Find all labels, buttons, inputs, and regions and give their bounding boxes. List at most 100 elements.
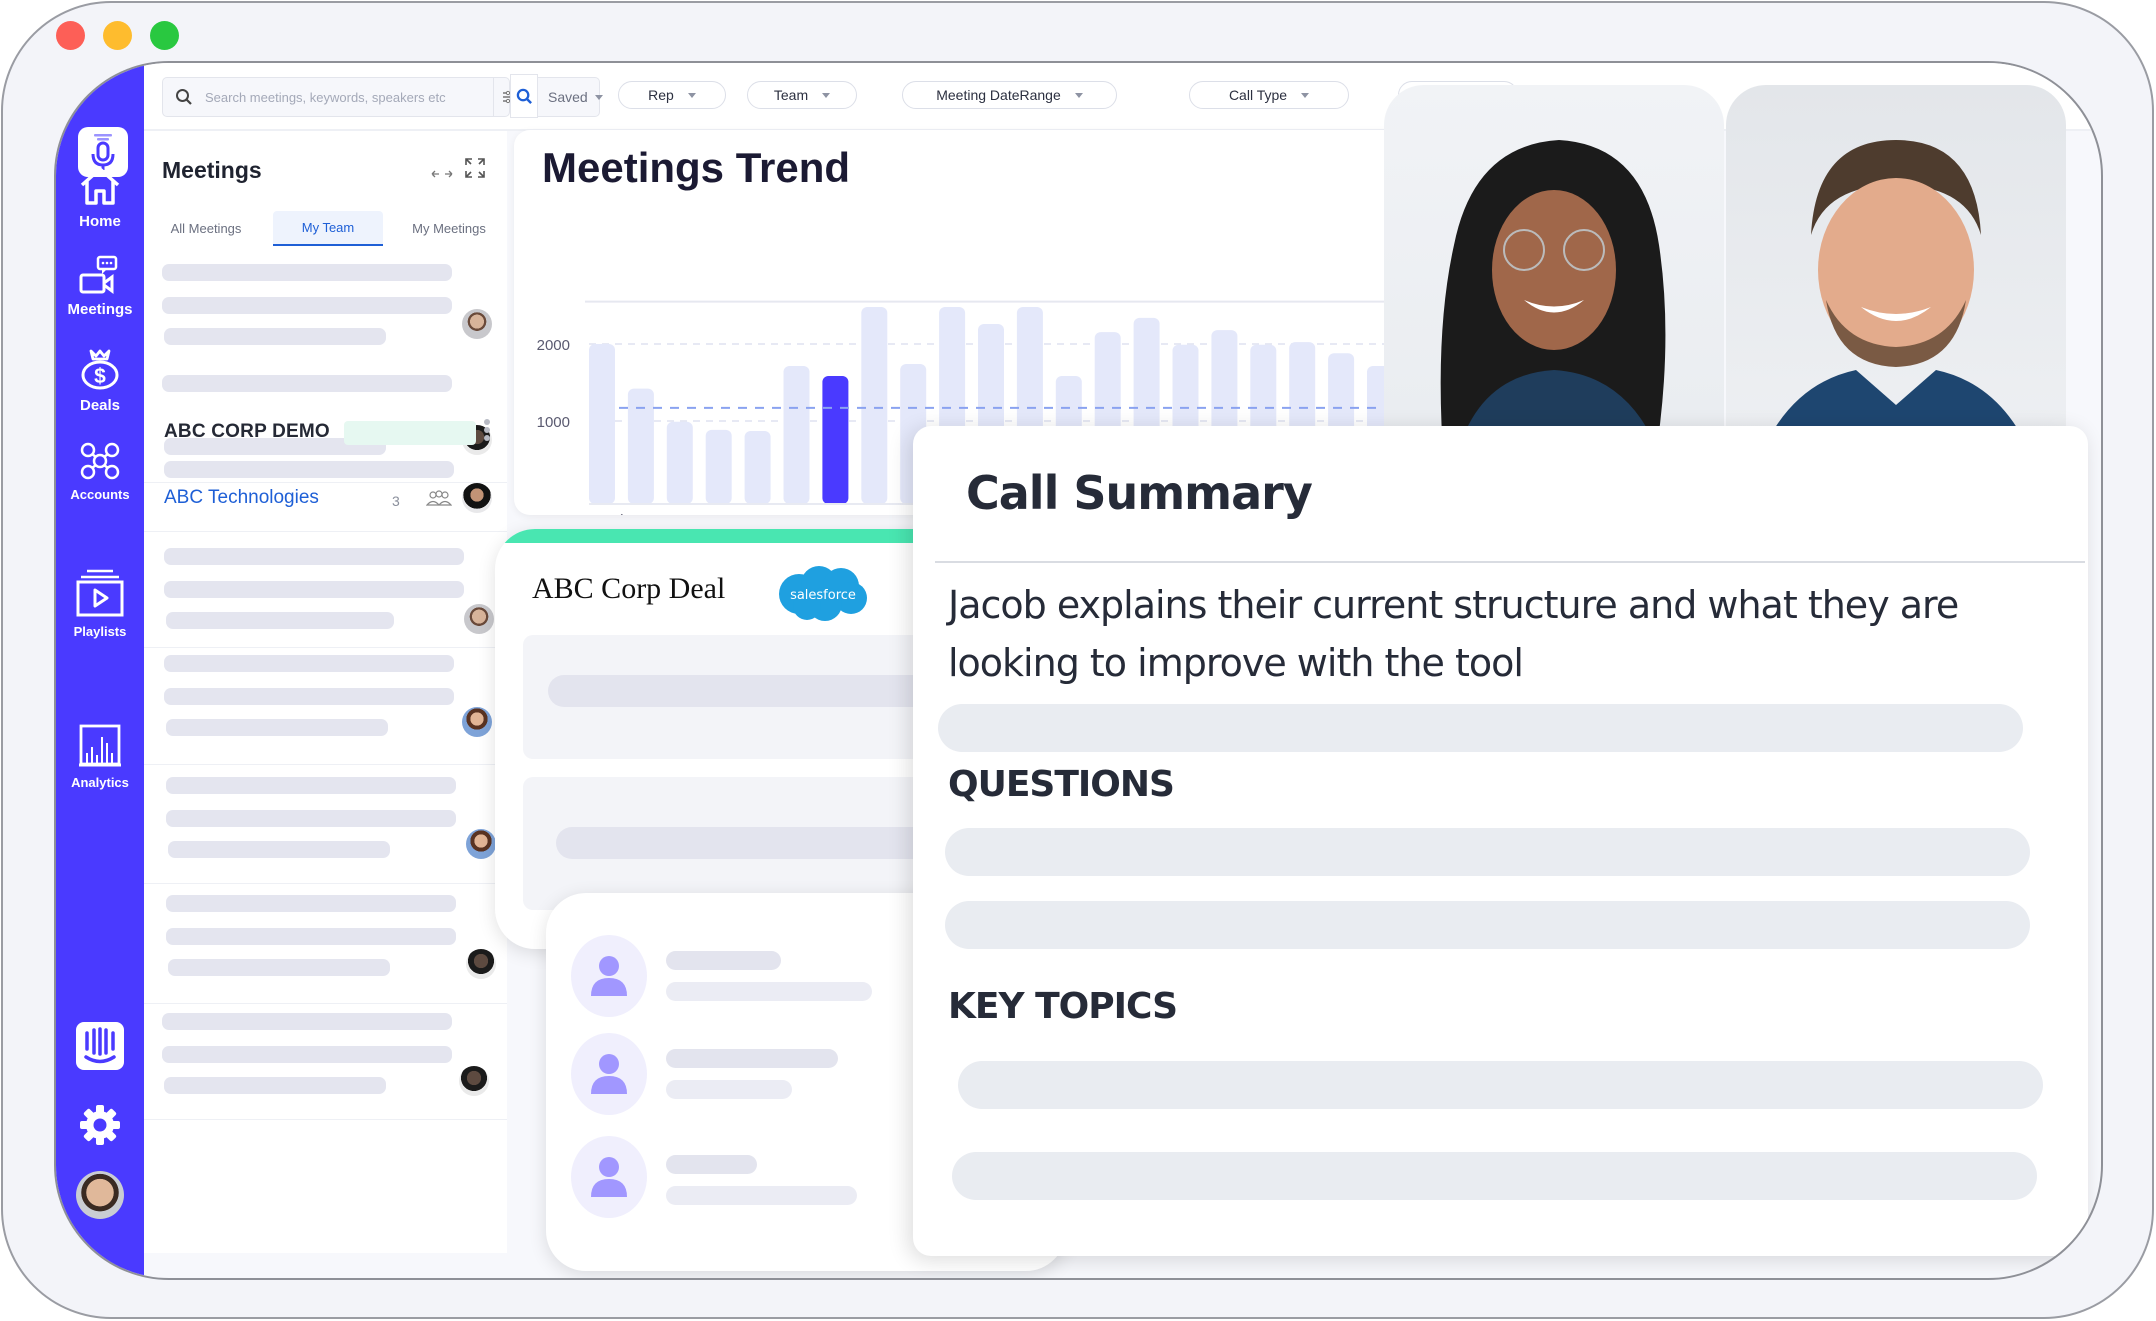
meetings-panel: Meetings All Meetings My Team My Meeting…	[144, 131, 507, 1253]
skeleton-line	[938, 704, 2023, 752]
participants-count: 3	[392, 493, 400, 509]
sidebar: Home Meetings $ Deals Accounts Playlists…	[56, 63, 144, 1278]
meetings-tabs: All Meetings My Team My Meetings	[144, 211, 507, 251]
skeleton-line	[164, 655, 454, 672]
question-item[interactable]	[945, 828, 2030, 876]
sidebar-item-label: Home	[79, 213, 121, 230]
chevron-down-icon	[594, 94, 603, 100]
filter-rep[interactable]: Rep	[618, 81, 726, 109]
sidebar-item-accounts[interactable]: Accounts	[56, 441, 144, 502]
skeleton-line	[166, 612, 394, 629]
skeleton-line	[666, 1049, 838, 1068]
divider	[144, 482, 507, 483]
rep-avatar	[462, 309, 492, 339]
deal-title: ABC Corp Deal	[532, 572, 726, 605]
home-icon	[80, 167, 120, 205]
bar	[666, 421, 693, 504]
money-bag-icon: $	[81, 349, 119, 390]
divider	[144, 883, 507, 884]
account-link[interactable]: ABC Technologies	[164, 487, 319, 509]
skeleton-line	[166, 810, 456, 827]
filter-label: Team	[773, 87, 809, 103]
divider	[144, 647, 507, 648]
sidebar-item-playlists[interactable]: Playlists	[56, 568, 144, 639]
question-item[interactable]	[945, 901, 2030, 949]
participant-video-woman[interactable]	[1384, 85, 1724, 467]
skeleton-line	[166, 928, 456, 945]
filter-team[interactable]: Team	[747, 81, 857, 109]
rep-avatar	[462, 707, 492, 737]
sidebar-item-label: Analytics	[71, 775, 129, 790]
rep-avatar	[466, 949, 496, 979]
contact-avatar	[571, 1136, 647, 1218]
bar	[705, 429, 732, 504]
skeleton-line	[556, 827, 965, 859]
tab-all-meetings[interactable]: All Meetings	[156, 211, 256, 246]
sidebar-item-meetings[interactable]: Meetings	[56, 255, 144, 318]
skeleton-line	[164, 328, 386, 345]
search-input[interactable]: Search meetings, keywords, speakers etc	[162, 77, 517, 117]
sidebar-item-label: Meetings	[67, 301, 133, 318]
sidebar-item-label: Accounts	[70, 487, 130, 502]
key-topic-item[interactable]	[952, 1152, 2037, 1200]
deal-status-bar	[495, 529, 965, 543]
deal-card[interactable]: ABC Corp Deal salesforce	[495, 529, 965, 949]
y-tick-label: 2000	[537, 337, 570, 354]
tab-my-team[interactable]: My Team	[273, 211, 383, 246]
sidebar-item-analytics[interactable]: Analytics	[56, 723, 144, 790]
rep-avatar	[464, 604, 494, 634]
skeleton-line	[666, 982, 872, 1001]
call-summary-text: Jacob explains their current structure a…	[948, 583, 1959, 685]
sidebar-item-home[interactable]: Home	[56, 165, 144, 230]
deal-info-box	[523, 777, 965, 910]
x-tick-label: Jan 1	[599, 509, 633, 515]
bar-highlighted	[822, 375, 849, 504]
sidebar-item-label: Deals	[79, 397, 121, 414]
search-icon	[176, 89, 192, 105]
accounts-network-icon	[80, 442, 120, 480]
expand-icon[interactable]	[464, 157, 486, 179]
intercom-chat-button[interactable]	[56, 1021, 144, 1071]
divider	[144, 764, 507, 765]
divider	[144, 531, 507, 532]
maximize-window-button[interactable]	[150, 21, 179, 50]
skeleton-line	[162, 264, 452, 281]
search-placeholder: Search meetings, keywords, speakers etc	[205, 89, 446, 105]
skeleton-line	[548, 675, 965, 707]
questions-heading: QUESTIONS	[948, 764, 1175, 805]
participant-man-image	[1756, 140, 2036, 467]
bar	[861, 307, 888, 504]
bar	[744, 431, 771, 504]
participant-woman-image	[1440, 140, 1666, 467]
search-submit-button[interactable]	[510, 74, 538, 118]
divider	[935, 561, 2085, 563]
intercom-chat-icon	[76, 1022, 124, 1070]
skeleton-line	[164, 688, 454, 705]
rep-avatar	[462, 483, 492, 513]
sidebar-item-deals[interactable]: $ Deals	[56, 347, 144, 414]
minimize-window-button[interactable]	[103, 21, 132, 50]
saved-searches-dropdown[interactable]: Saved	[538, 77, 603, 117]
rep-avatar	[466, 829, 496, 859]
analytics-chart-icon	[79, 724, 121, 767]
skeleton-line	[164, 1077, 386, 1094]
filter-meeting-daterange[interactable]: Meeting DateRange	[902, 81, 1117, 109]
user-avatar-image	[76, 1171, 124, 1219]
resize-horizontal-icon[interactable]	[431, 169, 453, 179]
skeleton-line	[164, 581, 464, 598]
key-topics-heading: KEY TOPICS	[948, 986, 1178, 1027]
tab-my-meetings[interactable]: My Meetings	[399, 211, 499, 246]
filter-call-type[interactable]: Call Type	[1189, 81, 1349, 109]
participant-video-man[interactable]	[1726, 85, 2066, 467]
more-options-icon[interactable]	[484, 419, 490, 441]
skeleton-line	[162, 1046, 452, 1063]
user-avatar[interactable]	[56, 1171, 144, 1219]
chevron-down-icon	[1074, 92, 1083, 98]
skeleton-line	[164, 461, 454, 478]
close-window-button[interactable]	[56, 21, 85, 50]
skeleton-line	[166, 777, 456, 794]
settings-button[interactable]	[56, 1103, 144, 1147]
key-topic-item[interactable]	[958, 1061, 2043, 1109]
meeting-title: ABC CORP DEMO	[164, 421, 330, 442]
skeleton-line	[162, 297, 452, 314]
